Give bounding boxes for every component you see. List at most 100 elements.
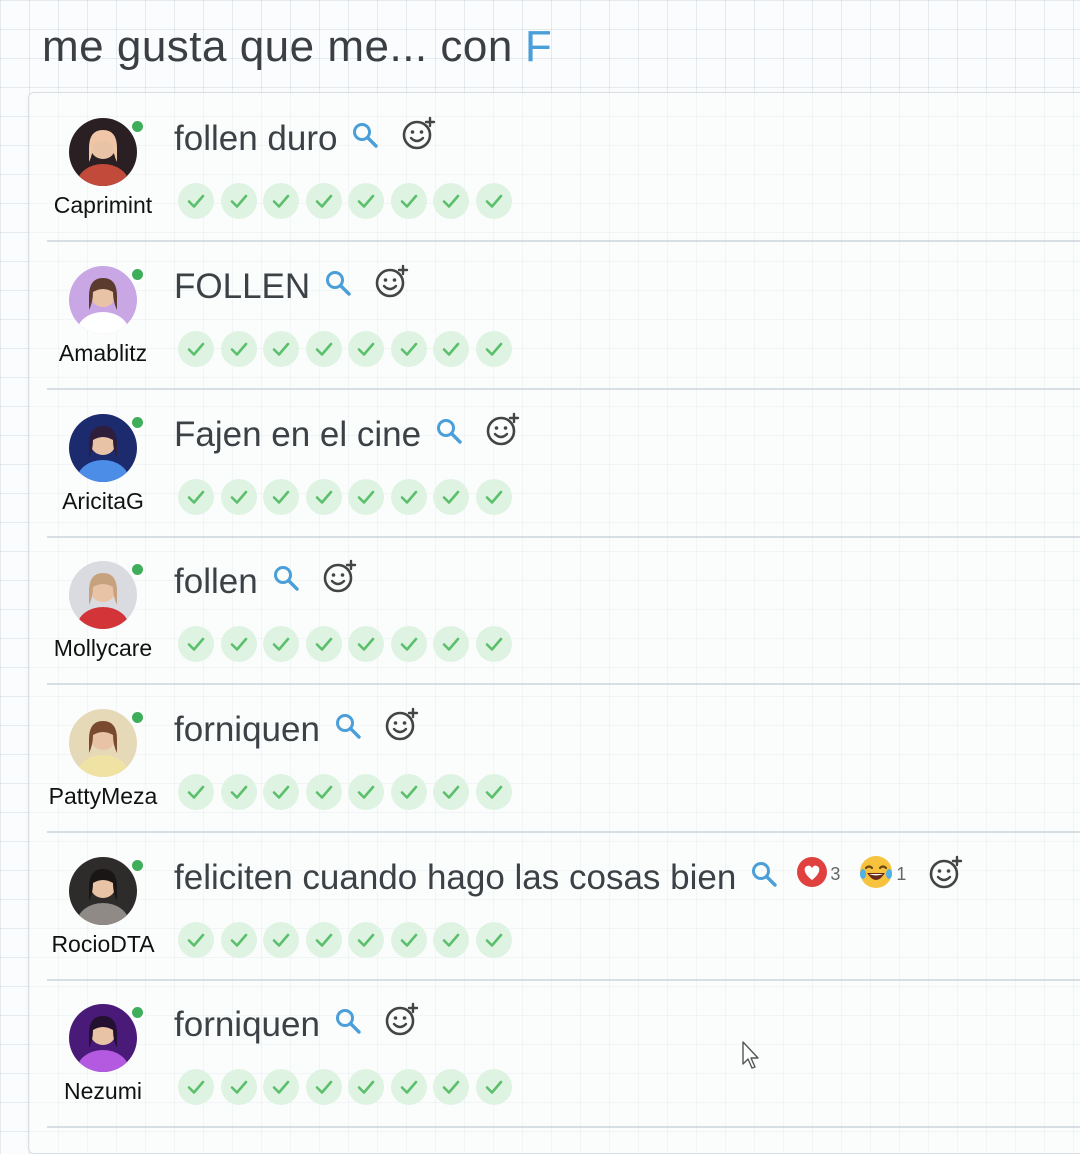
- search-icon[interactable]: [435, 417, 463, 445]
- online-status-dot: [130, 267, 145, 282]
- check-icon[interactable]: [433, 1069, 469, 1105]
- check-icon[interactable]: [390, 479, 427, 515]
- search-icon[interactable]: [324, 269, 352, 297]
- avatar[interactable]: [69, 414, 137, 482]
- check-icon[interactable]: [220, 922, 257, 958]
- online-status-dot: [130, 710, 145, 725]
- avatar[interactable]: [69, 561, 137, 629]
- check-icon[interactable]: [390, 1069, 427, 1105]
- avatar[interactable]: [69, 266, 137, 334]
- check-icon[interactable]: [263, 774, 299, 810]
- check-icon[interactable]: [348, 331, 384, 367]
- check-icon[interactable]: [390, 922, 427, 958]
- answer-text: Fajen en el cine: [174, 415, 422, 454]
- check-icon[interactable]: [305, 1069, 342, 1105]
- check-icon[interactable]: [475, 1069, 512, 1105]
- check-icon[interactable]: [263, 331, 299, 367]
- check-icon[interactable]: [348, 183, 384, 219]
- check-icon[interactable]: [348, 922, 384, 958]
- search-icon[interactable]: [351, 121, 379, 149]
- check-icon[interactable]: [433, 479, 469, 515]
- check-icon[interactable]: [178, 922, 214, 958]
- reaction-chip[interactable]: 1: [858, 854, 906, 895]
- check-icon[interactable]: [263, 183, 299, 219]
- answer-line: Fajen en el cine: [174, 412, 521, 455]
- check-icon[interactable]: [305, 922, 342, 958]
- check-icon[interactable]: [178, 479, 214, 515]
- check-icon[interactable]: [348, 626, 384, 662]
- vote-checks: [178, 1069, 512, 1105]
- check-icon[interactable]: [348, 1069, 384, 1105]
- check-icon[interactable]: [433, 183, 469, 219]
- answer-line: follen: [174, 559, 358, 602]
- reaction-count: 3: [830, 863, 841, 884]
- check-icon[interactable]: [178, 183, 214, 219]
- add-reaction-icon[interactable]: [322, 559, 358, 595]
- check-icon[interactable]: [390, 774, 427, 810]
- add-reaction-icon[interactable]: [374, 264, 410, 300]
- check-icon[interactable]: [178, 626, 214, 662]
- check-icon[interactable]: [220, 774, 257, 810]
- add-reaction-icon[interactable]: [401, 116, 437, 152]
- mouse-cursor-icon: [741, 1040, 761, 1070]
- check-icon[interactable]: [178, 331, 214, 367]
- add-reaction-icon[interactable]: [485, 412, 521, 448]
- check-icon[interactable]: [263, 479, 299, 515]
- answer-row: RocioDTA feliciten cuando hago las cosas …: [47, 832, 1080, 981]
- check-icon[interactable]: [220, 1069, 257, 1105]
- vote-checks: [178, 183, 512, 219]
- answer-line: forniquen: [174, 1002, 420, 1045]
- check-icon[interactable]: [475, 922, 512, 958]
- reaction-chip[interactable]: 3: [796, 856, 840, 893]
- answer-line: follen duro: [174, 116, 437, 159]
- online-status-dot: [130, 415, 145, 430]
- player-username: Mollycare: [53, 635, 153, 661]
- prompt-letter: F: [524, 22, 553, 71]
- answer-text: FOLLEN: [174, 267, 311, 306]
- check-icon[interactable]: [390, 331, 427, 367]
- avatar[interactable]: [69, 1004, 137, 1072]
- check-icon[interactable]: [178, 774, 214, 810]
- check-icon[interactable]: [348, 479, 384, 515]
- check-icon[interactable]: [433, 774, 469, 810]
- check-icon[interactable]: [390, 626, 427, 662]
- check-icon[interactable]: [305, 774, 342, 810]
- player-username: Nezumi: [64, 1078, 142, 1104]
- check-icon[interactable]: [475, 626, 512, 662]
- check-icon[interactable]: [305, 183, 342, 219]
- check-icon[interactable]: [475, 183, 512, 219]
- avatar[interactable]: [69, 118, 137, 186]
- check-icon[interactable]: [263, 1069, 299, 1105]
- player-username: Caprimint: [53, 192, 153, 218]
- check-icon[interactable]: [220, 331, 257, 367]
- add-reaction-icon[interactable]: [384, 707, 420, 743]
- avatar[interactable]: [69, 857, 137, 925]
- check-icon[interactable]: [220, 479, 257, 515]
- check-icon[interactable]: [220, 626, 257, 662]
- check-icon[interactable]: [475, 331, 512, 367]
- check-icon[interactable]: [475, 774, 512, 810]
- search-icon[interactable]: [750, 860, 778, 888]
- add-reaction-icon[interactable]: [384, 1002, 420, 1038]
- search-icon[interactable]: [334, 712, 362, 740]
- search-icon[interactable]: [334, 1007, 362, 1035]
- check-icon[interactable]: [390, 183, 427, 219]
- answer-row: AricitaG Fajen en el cine: [47, 389, 1080, 538]
- check-icon[interactable]: [305, 479, 342, 515]
- check-icon[interactable]: [263, 922, 299, 958]
- search-icon[interactable]: [272, 564, 300, 592]
- avatar[interactable]: [69, 709, 137, 777]
- online-status-dot: [130, 119, 145, 134]
- answer-text: follen duro: [174, 119, 338, 158]
- check-icon[interactable]: [263, 626, 299, 662]
- check-icon[interactable]: [433, 922, 469, 958]
- check-icon[interactable]: [475, 479, 512, 515]
- check-icon[interactable]: [220, 183, 257, 219]
- check-icon[interactable]: [178, 1069, 214, 1105]
- add-reaction-icon[interactable]: [928, 855, 964, 891]
- check-icon[interactable]: [305, 626, 342, 662]
- check-icon[interactable]: [433, 331, 469, 367]
- check-icon[interactable]: [348, 774, 384, 810]
- check-icon[interactable]: [305, 331, 342, 367]
- check-icon[interactable]: [433, 626, 469, 662]
